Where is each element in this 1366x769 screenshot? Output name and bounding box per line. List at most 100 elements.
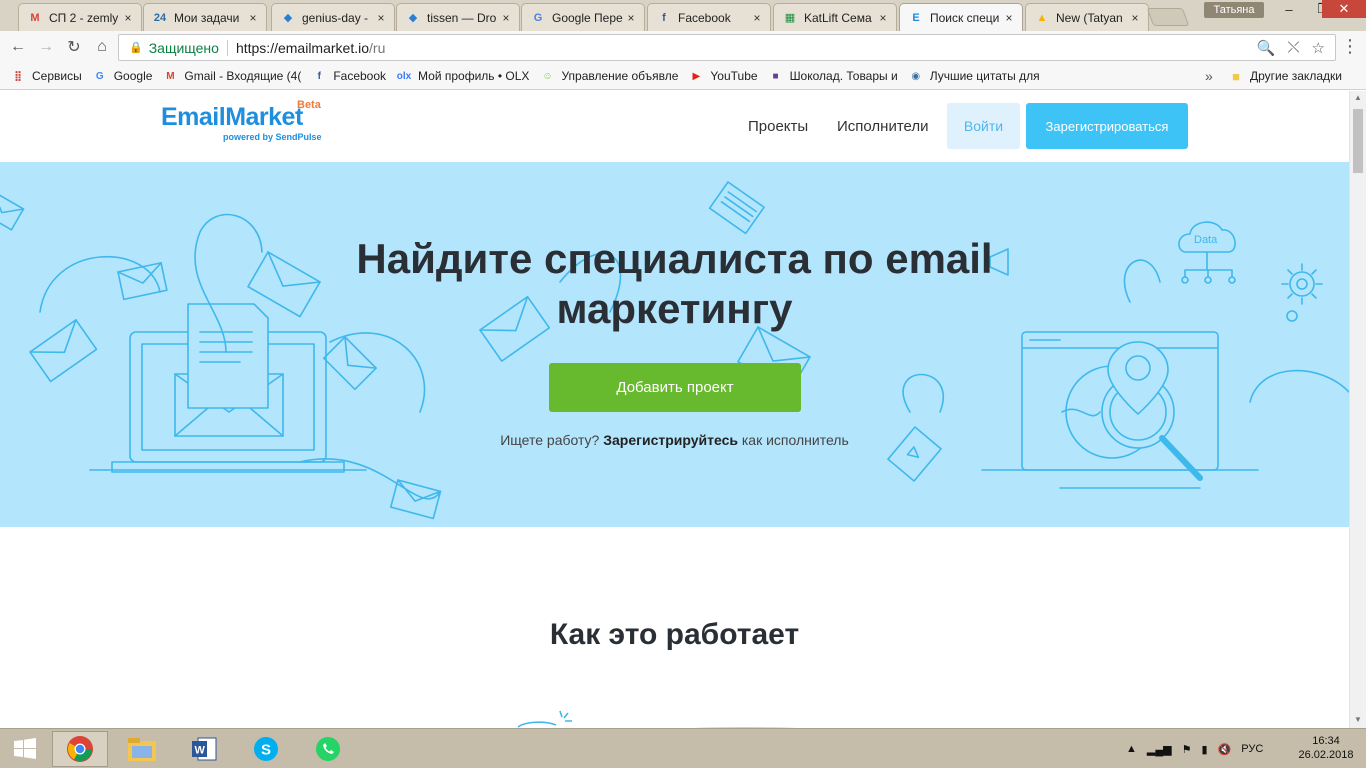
nav-freelancers-link[interactable]: Исполнители — [837, 118, 929, 135]
scroll-up-icon[interactable]: ▲ — [1354, 93, 1362, 102]
bookmark-star-icon[interactable]: ☆ — [1312, 39, 1325, 57]
browser-toolbar: ← → ↻ ⌂ 🔒 Защищено https://emailmarket.i… — [0, 31, 1366, 63]
bookmark-item[interactable]: f Facebook — [311, 69, 386, 83]
youtube-icon: ▶ — [692, 70, 701, 82]
tab-title: СП 2 - zemly — [49, 10, 119, 25]
register-freelancer-link[interactable]: Зарегистрируйтесь — [603, 432, 738, 448]
system-clock[interactable]: 16:34 26.02.2018 — [1296, 734, 1356, 762]
browser-tab[interactable]: M СП 2 - zemly × — [18, 3, 142, 31]
svg-text:W: W — [195, 745, 206, 757]
hero-title-line2: маркетингу — [556, 285, 793, 332]
bookmark-item[interactable]: ◉ Лучшие цитаты для — [908, 69, 1039, 83]
bookmark-label: Сервисы — [32, 69, 82, 83]
bookmark-item[interactable]: ■ Шоколад. Товары и — [768, 69, 898, 83]
language-indicator[interactable]: РУС — [1241, 743, 1263, 755]
bookmarks-overflow-button[interactable]: » — [1205, 68, 1213, 84]
bookmark-label: Google — [113, 69, 153, 83]
tab-close-icon[interactable]: × — [121, 11, 135, 25]
login-button[interactable]: Войти — [947, 103, 1020, 149]
flag-icon[interactable]: ⚑ — [1182, 743, 1192, 756]
new-tab-button[interactable] — [1146, 8, 1190, 26]
browser-menu-icon[interactable]: ⋮ — [1340, 37, 1360, 57]
clock-date: 26.02.2018 — [1298, 749, 1354, 761]
tab-title: Поиск специ — [930, 10, 1000, 25]
smiley-icon: ☺ — [542, 70, 553, 82]
taskbar-skype[interactable]: S — [238, 731, 294, 767]
browser-tab[interactable]: E Поиск специ × — [899, 3, 1023, 31]
taskbar-word[interactable]: W — [176, 731, 232, 767]
bookmark-item[interactable]: ⣿ Сервисы — [10, 69, 82, 83]
taskbar-explorer[interactable] — [114, 731, 170, 767]
register-button[interactable]: Зарегистрироваться — [1026, 103, 1188, 149]
other-bookmarks[interactable]: ■ Другие закладки — [1228, 69, 1342, 83]
windows-taskbar: W S ▲ ▂▄▆ ⚑ ▮ 🔇 РУС 16:34 26.02.2018 — [0, 728, 1366, 768]
hero-note-prefix: Ищете работу? — [500, 432, 600, 448]
url-text[interactable]: https://emailmarket.io/ru — [236, 40, 385, 56]
start-button[interactable] — [0, 729, 50, 769]
hero-note-suffix: как исполнитель — [741, 432, 849, 448]
clock-time: 16:34 — [1312, 735, 1340, 747]
bookmark-item[interactable]: ☺ Управление объявле — [539, 69, 678, 83]
browser-tab[interactable]: f Facebook × — [647, 3, 771, 31]
tab-title: KatLift Сема — [804, 10, 872, 25]
browser-tab[interactable]: ◆ genius-day - × — [271, 3, 395, 31]
extension-icon[interactable]: ⤬ — [1288, 39, 1300, 57]
zoom-icon[interactable]: 🔍 — [1257, 39, 1276, 57]
page-scrollbar[interactable]: ▲ ▼ — [1349, 91, 1366, 728]
browser-tab[interactable]: ◆ tissen — Dro × — [396, 3, 520, 31]
browser-tab[interactable]: ▲ New (Tatyan × — [1025, 3, 1149, 31]
reload-button[interactable]: ↻ — [63, 36, 85, 58]
word-icon: W — [192, 737, 217, 761]
chrome-icon — [67, 736, 93, 762]
tab-close-icon[interactable]: × — [1128, 11, 1142, 25]
volume-icon[interactable]: 🔇 — [1218, 743, 1232, 756]
url-host: https://emailmarket.io — [235, 39, 370, 56]
tab-close-icon[interactable]: × — [1002, 11, 1016, 25]
forward-button[interactable]: → — [35, 36, 57, 58]
scroll-down-icon[interactable]: ▼ — [1354, 715, 1362, 724]
page-viewport: EmailMarket Beta powered by SendPulse Пр… — [0, 91, 1349, 728]
bookmark-label: Шоколад. Товары и — [789, 69, 898, 83]
close-window-button[interactable]: ✕ — [1322, 0, 1366, 18]
browser-tab[interactable]: G Google Пере × — [521, 3, 645, 31]
bookmark-item[interactable]: ▶ YouTube — [688, 69, 758, 83]
bookmark-item[interactable]: olx Мой профиль • OLX — [396, 69, 530, 83]
bookmark-item[interactable]: M Gmail - Входящие (4( — [162, 69, 301, 83]
tab-title: tissen — Dro — [427, 10, 497, 25]
scrollbar-thumb[interactable] — [1353, 109, 1363, 173]
tab-close-icon[interactable]: × — [246, 11, 260, 25]
add-project-button[interactable]: Добавить проект — [549, 363, 801, 412]
emailmarket-icon: E — [912, 11, 920, 24]
google-drive-icon: ▲ — [1036, 11, 1048, 24]
nav-projects-link[interactable]: Проекты — [748, 118, 808, 135]
profile-button[interactable]: Татьяна — [1204, 2, 1264, 18]
tab-title: Мои задачи — [174, 10, 240, 25]
tab-close-icon[interactable]: × — [750, 11, 764, 25]
apps-icon: ⣿ — [14, 70, 22, 82]
network-icon[interactable]: ▂▄▆ — [1147, 743, 1172, 756]
envelope-icons — [0, 181, 811, 520]
bookmark-label: Мой профиль • OLX — [418, 69, 530, 83]
home-button[interactable]: ⌂ — [91, 36, 113, 58]
gmail-icon: M — [166, 70, 175, 82]
dropbox-icon: ◆ — [283, 12, 293, 24]
tab-close-icon[interactable]: × — [374, 11, 388, 25]
browser-tab[interactable]: ▦ KatLift Сема × — [773, 3, 897, 31]
back-button[interactable]: ← — [7, 36, 29, 58]
tab-close-icon[interactable]: × — [876, 11, 890, 25]
taskbar-whatsapp[interactable] — [300, 731, 356, 767]
address-bar[interactable]: 🔒 Защищено https://emailmarket.io/ru 🔍 ⤬… — [118, 34, 1336, 61]
tab-close-icon[interactable]: × — [499, 11, 513, 25]
dropbox-icon: ◆ — [408, 12, 418, 24]
taskbar-chrome[interactable] — [52, 731, 108, 767]
bookmark-item[interactable]: G Google — [92, 69, 153, 83]
tray-expand-icon[interactable]: ▲ — [1126, 743, 1137, 755]
battery-icon[interactable]: ▮ — [1201, 743, 1207, 756]
folder-explorer-icon — [128, 738, 156, 761]
site-logo[interactable]: EmailMarket Beta powered by SendPulse — [161, 99, 331, 147]
minimize-button[interactable]: – — [1272, 0, 1306, 18]
site-header: EmailMarket Beta powered by SendPulse Пр… — [0, 91, 1349, 162]
browser-tab[interactable]: 24 Мои задачи × — [143, 3, 267, 31]
olx-icon: olx — [396, 70, 412, 82]
tab-close-icon[interactable]: × — [624, 11, 638, 25]
